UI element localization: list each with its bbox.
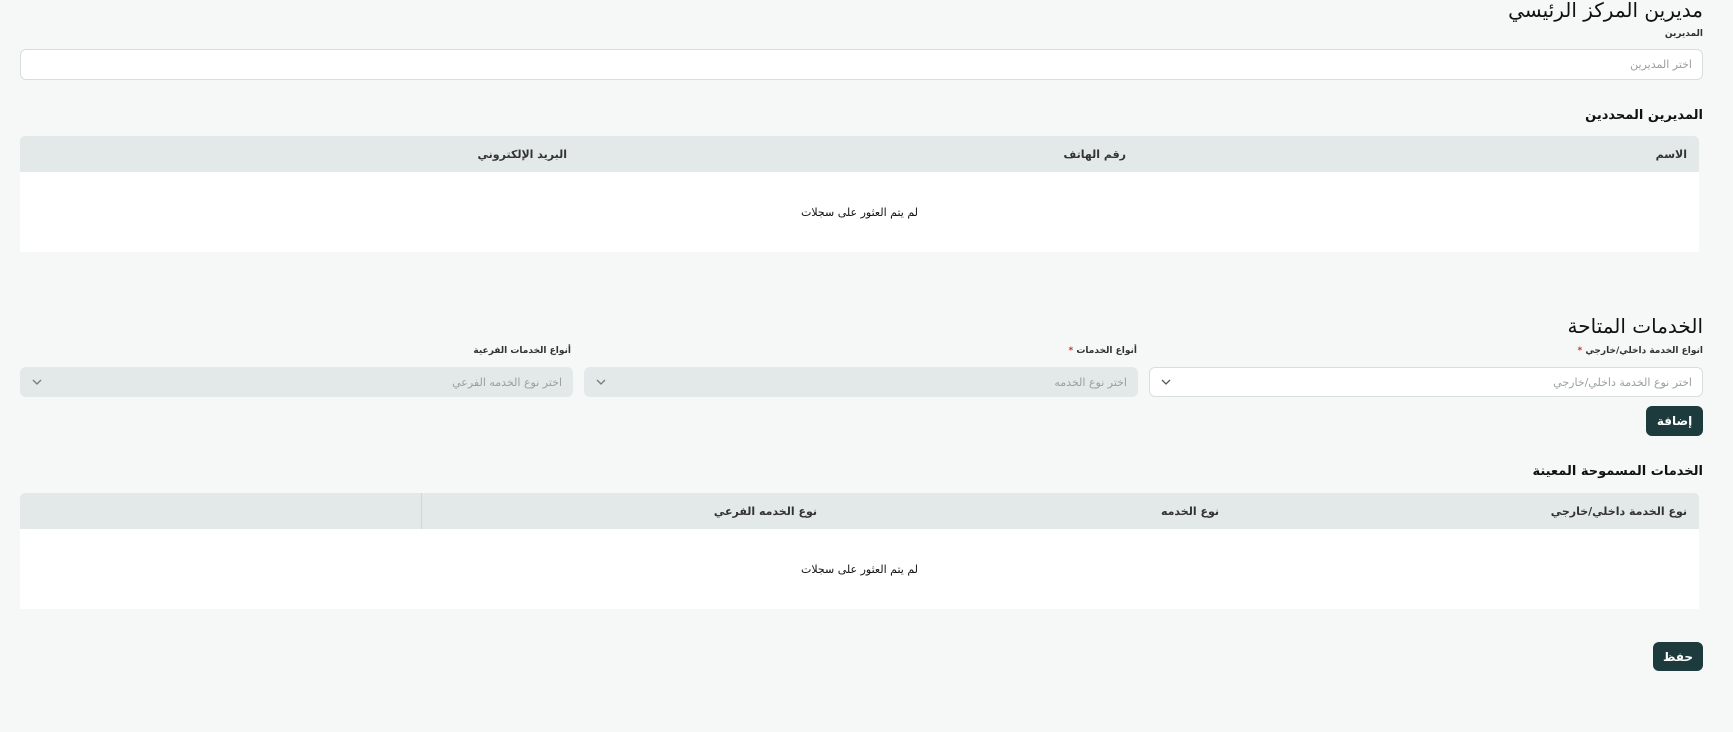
sub-service-type-label-text: أنواع الخدمات الفرعية: [473, 346, 571, 356]
selected-managers-empty-row: لم يتم العثور على سجلات: [20, 172, 1699, 252]
add-button[interactable]: إضافة: [1646, 406, 1703, 436]
column-sub-service-type[interactable]: نوع الخدمه الفرعي: [714, 493, 817, 529]
service-type-label: أنواع الخدمات *: [1069, 345, 1137, 357]
sub-service-type-placeholder: اختر نوع الخدمه الفرعي: [452, 375, 562, 389]
service-type-placeholder: اختر نوع الخدمه: [1054, 375, 1127, 389]
service-scope-select[interactable]: اختر نوع الخدمة داخلي/خارجي: [1149, 367, 1703, 397]
services-section-title: الخدمات المتاحة: [1568, 314, 1703, 338]
allowed-services-title: الخدمات المسموحة المعينة: [1532, 464, 1703, 479]
column-service-type[interactable]: نوع الخدمه: [1161, 493, 1219, 529]
sub-service-type-label: أنواع الخدمات الفرعية: [473, 345, 571, 357]
allowed-services-empty-row: لم يتم العثور على سجلات: [20, 529, 1699, 609]
save-button[interactable]: حفظ: [1653, 642, 1703, 671]
managers-field-label: المديرين: [1664, 29, 1703, 39]
managers-section-title: مديرين المركز الرئيسي: [1508, 0, 1703, 22]
column-service-scope[interactable]: نوع الخدمة داخلي/خارجي: [1551, 493, 1687, 529]
selected-managers-table-header: الاسم رقم الهاتف البريد الإلكتروني: [20, 136, 1699, 172]
selected-managers-table: الاسم رقم الهاتف البريد الإلكتروني لم يت…: [20, 136, 1699, 252]
managers-title: مديرين المركز الرئيسي: [1508, 0, 1703, 22]
service-type-label-text: أنواع الخدمات: [1076, 346, 1137, 356]
sub-service-type-select[interactable]: اختر نوع الخدمه الفرعي: [20, 367, 573, 397]
service-scope-label: انواع الخدمة داخلي/خارجي *: [1577, 345, 1703, 357]
allowed-services-table: نوع الخدمة داخلي/خارجي نوع الخدمه نوع ال…: [20, 493, 1699, 609]
column-divider: [421, 493, 422, 529]
chevron-down-icon: [595, 376, 607, 388]
service-scope-label-text: انواع الخدمة داخلي/خارجي: [1585, 346, 1703, 356]
chevron-down-icon: [31, 376, 43, 388]
required-indicator: *: [1577, 346, 1583, 356]
services-title: الخدمات المتاحة: [1567, 314, 1703, 338]
column-name[interactable]: الاسم: [1656, 136, 1687, 172]
managers-input[interactable]: اختر المديرين: [20, 49, 1703, 80]
service-scope-placeholder: اختر نوع الخدمة داخلي/خارجي: [1553, 375, 1692, 389]
managers-input-placeholder: اختر المديرين: [1630, 58, 1692, 71]
chevron-down-icon: [1160, 376, 1172, 388]
selected-managers-title: المديرين المحددين: [1585, 108, 1703, 123]
empty-message: لم يتم العثور على سجلات: [801, 562, 918, 576]
required-indicator: *: [1068, 346, 1074, 356]
service-selects-row: اختر نوع الخدمة داخلي/خارجي اختر نوع الخ…: [20, 367, 1703, 397]
column-phone[interactable]: رقم الهاتف: [1063, 136, 1126, 172]
empty-message: لم يتم العثور على سجلات: [801, 205, 918, 219]
service-type-select[interactable]: اختر نوع الخدمه: [584, 367, 1138, 397]
allowed-services-table-header: نوع الخدمة داخلي/خارجي نوع الخدمه نوع ال…: [20, 493, 1699, 529]
column-email[interactable]: البريد الإلكتروني: [478, 136, 567, 172]
